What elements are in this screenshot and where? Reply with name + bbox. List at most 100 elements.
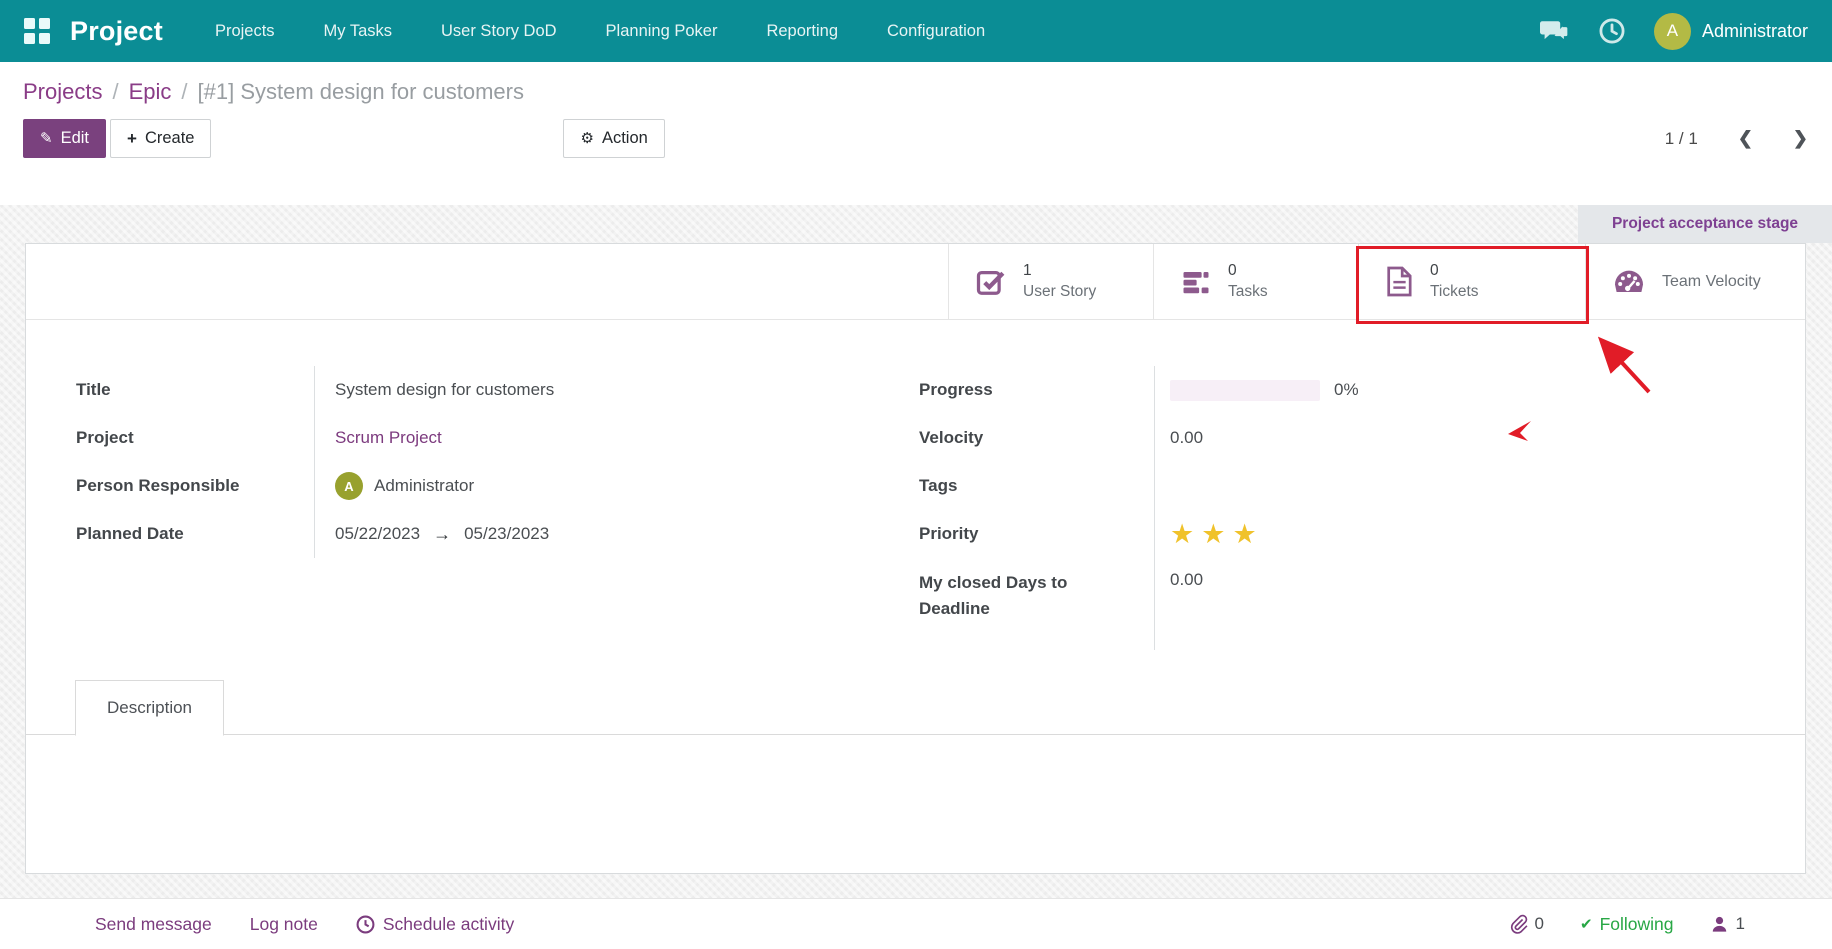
tags-field-label: Tags: [919, 462, 1154, 510]
pencil-icon: ✎: [40, 131, 53, 146]
gear-icon: ⚙: [580, 131, 593, 146]
star-icon[interactable]: ★: [1170, 521, 1194, 548]
pager: 1 / 1 ❮ ❯: [1665, 128, 1808, 149]
progress-field-label: Progress: [919, 366, 1154, 414]
messages-icon[interactable]: [1540, 18, 1570, 44]
edit-button-label: Edit: [61, 129, 89, 148]
tags-field-value[interactable]: [1154, 462, 1579, 510]
pager-count: 1 / 1: [1665, 129, 1698, 149]
navbar-systray: A Administrator: [1540, 13, 1808, 50]
menu-reporting[interactable]: Reporting: [766, 22, 838, 41]
chevron-left-icon[interactable]: ❮: [1738, 128, 1753, 149]
team-velocity-label: Team Velocity: [1662, 273, 1761, 291]
apps-menu-icon[interactable]: [24, 18, 50, 44]
tab-description[interactable]: Description: [75, 680, 224, 736]
plus-icon: +: [127, 130, 137, 147]
create-button[interactable]: + Create: [110, 119, 211, 158]
control-buttons-row: ✎ Edit + Create ⚙ Action 1 / 1 ❮ ❯: [0, 119, 1832, 158]
title-field-label: Title: [76, 366, 314, 414]
stage-ribbon: Project acceptance stage: [1578, 205, 1832, 243]
log-note-button[interactable]: Log note: [250, 914, 318, 935]
ticket-file-icon: [1386, 266, 1413, 297]
menu-planning-poker[interactable]: Planning Poker: [606, 22, 718, 41]
check-square-icon: [976, 267, 1006, 297]
priority-stars: ★ ★ ★: [1170, 521, 1257, 548]
title-field-value: System design for customers: [314, 366, 876, 414]
send-message-button[interactable]: Send message: [95, 914, 212, 935]
action-button[interactable]: ⚙ Action: [563, 119, 664, 158]
arrow-right-icon: →: [433, 524, 451, 545]
breadcrumb-current: [#1] System design for customers: [198, 79, 524, 105]
clock-icon: [356, 915, 375, 934]
closed-days-value: 0.00: [1154, 558, 1579, 650]
person-responsible-value: Administrator: [374, 476, 474, 496]
project-link[interactable]: Scrum Project: [335, 428, 442, 448]
content-area: Project acceptance stage 1 User Story: [0, 205, 1832, 898]
stat-button-row: 1 User Story 0 Tasks: [26, 244, 1805, 320]
app-brand[interactable]: Project: [70, 16, 163, 47]
following-label: Following: [1600, 914, 1674, 935]
following-button[interactable]: ✔ Following: [1580, 914, 1674, 935]
schedule-activity-button[interactable]: Schedule activity: [356, 914, 514, 935]
velocity-field-label: Velocity: [919, 414, 1154, 462]
main-menu: Projects My Tasks User Story DoD Plannin…: [215, 22, 985, 41]
activity-clock-icon[interactable]: [1598, 17, 1626, 45]
followers-button[interactable]: 1: [1710, 914, 1745, 934]
user-story-label: User Story: [1023, 282, 1096, 302]
planned-date-start: 05/22/2023: [335, 524, 420, 544]
action-button-label: Action: [602, 129, 648, 148]
tickets-count: 0: [1430, 261, 1479, 281]
stat-button-tickets[interactable]: 0 Tickets: [1358, 244, 1585, 319]
chevron-right-icon[interactable]: ❯: [1793, 128, 1808, 149]
planned-date-label: Planned Date: [76, 510, 314, 558]
menu-projects[interactable]: Projects: [215, 22, 275, 41]
velocity-field-value: 0.00: [1154, 414, 1579, 462]
field-group-left: Title System design for customers Projec…: [76, 366, 876, 558]
star-icon[interactable]: ★: [1232, 521, 1256, 548]
progress-value: 0%: [1334, 380, 1359, 400]
form-sheet: 1 User Story 0 Tasks: [25, 243, 1806, 874]
control-panel: Projects / Epic / [#1] System design for…: [0, 62, 1832, 205]
closed-days-label: My closed Days to Deadline: [919, 558, 1154, 650]
planned-date-end: 05/23/2023: [464, 524, 549, 544]
stat-button-tasks[interactable]: 0 Tasks: [1153, 244, 1358, 319]
progress-bar: [1170, 380, 1320, 401]
create-button-label: Create: [145, 129, 195, 148]
menu-configuration[interactable]: Configuration: [887, 22, 985, 41]
chatter-bar: Send message Log note Schedule activity …: [0, 898, 1832, 949]
tasks-icon: [1181, 267, 1211, 297]
field-group-right: Progress 0% Velocity 0.00 Tags Priority …: [919, 366, 1579, 650]
notebook-header: Description: [26, 680, 1805, 735]
breadcrumb-projects[interactable]: Projects: [23, 79, 102, 105]
priority-field-label: Priority: [919, 510, 1154, 558]
star-icon[interactable]: ★: [1201, 521, 1225, 548]
stat-button-user-story[interactable]: 1 User Story: [948, 244, 1153, 319]
paperclip-icon: [1508, 914, 1528, 935]
project-field-label: Project: [76, 414, 314, 462]
breadcrumb-epic[interactable]: Epic: [129, 79, 172, 105]
tickets-label: Tickets: [1430, 282, 1479, 302]
user-avatar: A: [1654, 13, 1691, 50]
schedule-activity-label: Schedule activity: [383, 914, 514, 935]
person-icon: [1710, 915, 1729, 934]
tachometer-icon: [1613, 268, 1645, 296]
tasks-label: Tasks: [1228, 282, 1268, 302]
user-story-count: 1: [1023, 261, 1096, 281]
person-avatar: A: [335, 472, 363, 500]
breadcrumb-separator: /: [112, 79, 118, 105]
breadcrumb-separator: /: [181, 79, 187, 105]
breadcrumb: Projects / Epic / [#1] System design for…: [0, 62, 1832, 105]
follower-count: 1: [1736, 914, 1745, 934]
menu-my-tasks[interactable]: My Tasks: [324, 22, 392, 41]
menu-user-story-dod[interactable]: User Story DoD: [441, 22, 557, 41]
user-name: Administrator: [1702, 21, 1808, 42]
tasks-count: 0: [1228, 261, 1268, 281]
check-icon: ✔: [1580, 915, 1593, 933]
edit-button[interactable]: ✎ Edit: [23, 119, 106, 158]
top-navbar: Project Projects My Tasks User Story DoD…: [0, 0, 1832, 62]
attachments-button[interactable]: 0: [1508, 914, 1544, 935]
attachment-count: 0: [1535, 914, 1544, 934]
user-menu[interactable]: A Administrator: [1654, 13, 1808, 50]
person-responsible-label: Person Responsible: [76, 462, 314, 510]
stat-button-team-velocity[interactable]: Team Velocity: [1585, 244, 1805, 319]
